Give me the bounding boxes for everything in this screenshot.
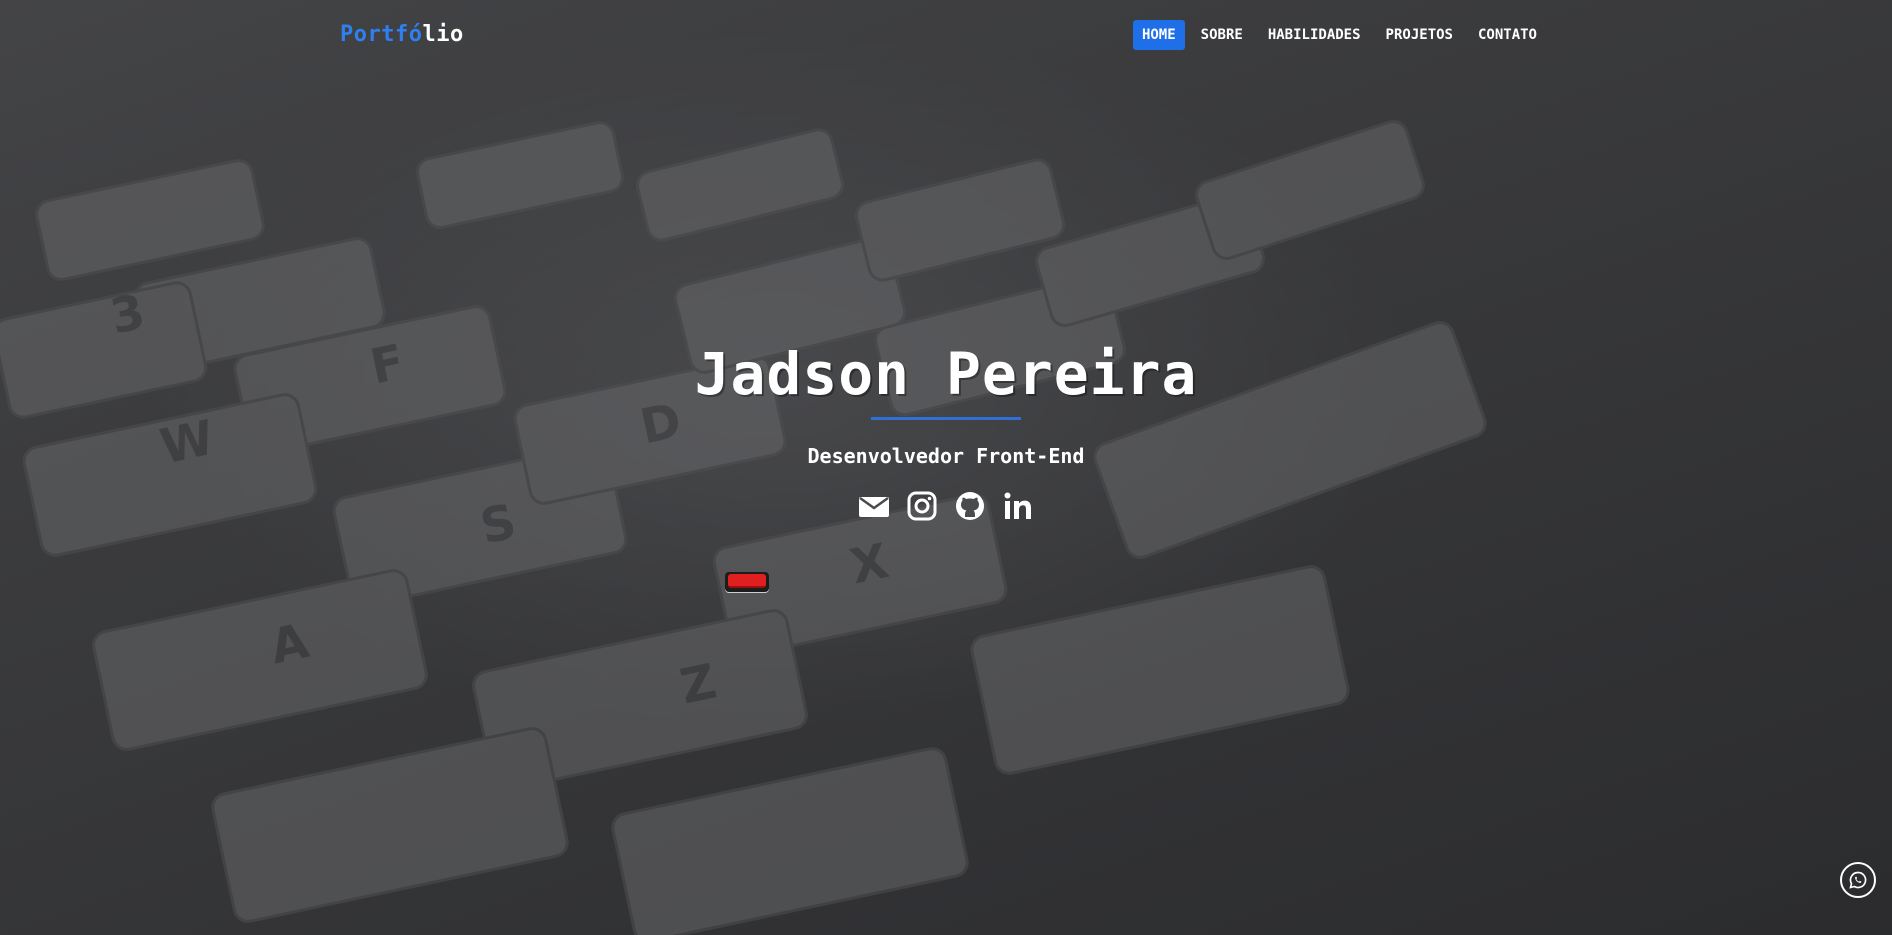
- nav-item-home[interactable]: HOME: [1132, 20, 1185, 50]
- hero-name: Jadson Pereira: [694, 340, 1198, 408]
- instagram-icon[interactable]: [906, 490, 938, 522]
- top-navbar: Portfólio HOME SOBRE HABILIDADES PROJETO…: [0, 0, 1892, 70]
- nav-item-sobre[interactable]: SOBRE: [1192, 20, 1252, 50]
- red-toggle-button[interactable]: [725, 572, 769, 592]
- hero-section: D F S X Z W A 3 Portfólio HOME SOBRE HAB…: [0, 0, 1892, 935]
- nav-item-habilidades[interactable]: HABILIDADES: [1259, 20, 1370, 50]
- nav-item-contato[interactable]: CONTATO: [1469, 20, 1546, 50]
- github-icon[interactable]: [954, 490, 986, 522]
- brand-logo[interactable]: Portfólio: [340, 22, 464, 47]
- social-links: [0, 490, 1892, 522]
- whatsapp-icon[interactable]: [1840, 862, 1876, 898]
- brand-text-white: lio: [422, 22, 464, 47]
- linkedin-icon[interactable]: [1002, 490, 1034, 522]
- title-underline: [871, 417, 1021, 420]
- nav-item-projetos[interactable]: PROJETOS: [1377, 20, 1462, 50]
- brand-text-blue: Portfó: [340, 22, 423, 47]
- hero-content: Jadson Pereira Desenvolvedor Front-End: [0, 345, 1892, 522]
- envelope-icon[interactable]: [858, 490, 890, 522]
- nav-menu: HOME SOBRE HABILIDADES PROJETOS CONTATO: [1132, 20, 1546, 50]
- hero-role: Desenvolvedor Front-End: [807, 444, 1085, 468]
